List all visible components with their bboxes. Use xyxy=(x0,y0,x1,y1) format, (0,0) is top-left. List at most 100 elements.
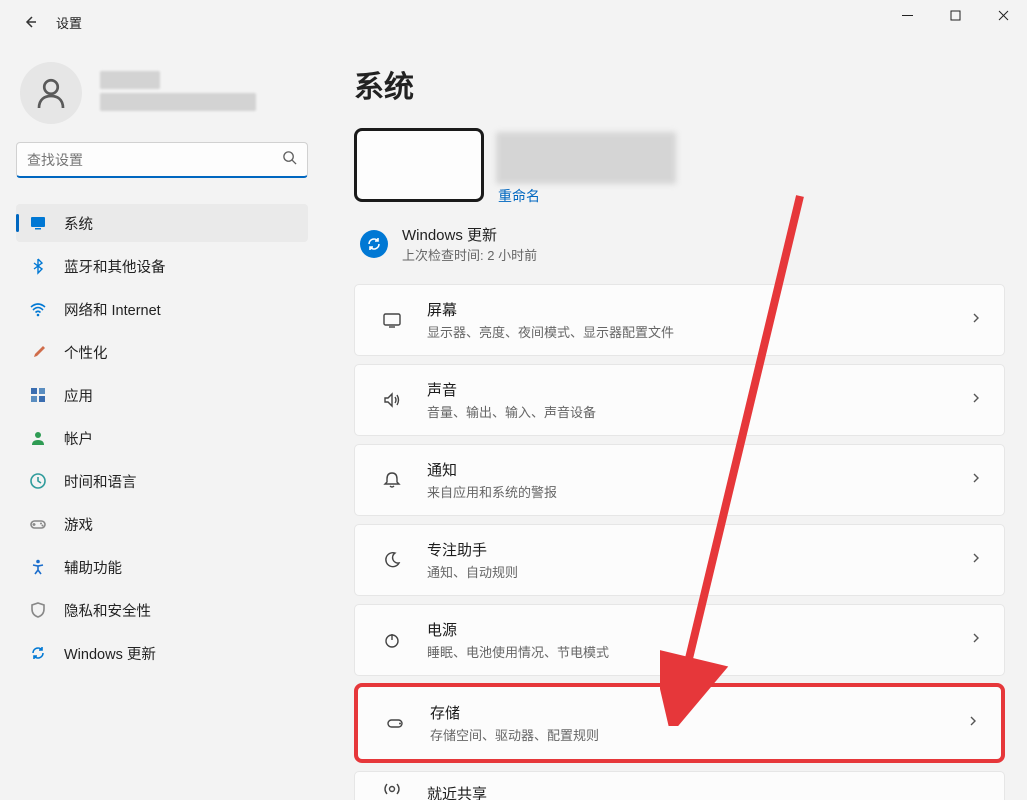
content: 系统 重命名 Windows 更新 上次检查时间: 2 小时前 屏幕显示器、亮度… xyxy=(324,44,1027,800)
nav-item-4[interactable]: 应用 xyxy=(16,376,308,414)
nav-item-10[interactable]: Windows 更新 xyxy=(16,634,308,672)
card-5[interactable]: 存储存储空间、驱动器、配置规则 xyxy=(358,687,1001,759)
update-icon xyxy=(360,230,388,258)
card-subtitle: 来自应用和系统的警报 xyxy=(427,482,557,501)
device-name-blurred xyxy=(496,132,676,184)
update-title: Windows 更新 xyxy=(402,224,537,245)
nav-item-0[interactable]: 系统 xyxy=(16,204,308,242)
card-3[interactable]: 专注助手通知、自动规则 xyxy=(354,524,1005,596)
card-title: 屏幕 xyxy=(427,299,674,320)
card-title: 声音 xyxy=(427,379,596,400)
account-details xyxy=(100,71,256,115)
sync-icon xyxy=(28,643,48,663)
moon-icon xyxy=(379,547,405,573)
nav-label: 帐户 xyxy=(64,428,93,449)
rename-link[interactable]: 重命名 xyxy=(498,188,540,204)
nav-label: 游戏 xyxy=(64,514,93,535)
monitor-icon xyxy=(28,213,48,233)
nav-item-9[interactable]: 隐私和安全性 xyxy=(16,591,308,629)
chevron-right-icon xyxy=(970,471,982,489)
card-6[interactable]: 就近共享 xyxy=(354,771,1005,800)
nav-label: 个性化 xyxy=(64,342,108,363)
storage-icon xyxy=(382,710,408,736)
chevron-right-icon xyxy=(970,391,982,409)
device-row: 重命名 xyxy=(354,128,1005,206)
search-icon xyxy=(282,150,297,170)
sound-icon xyxy=(379,387,405,413)
nav-item-3[interactable]: 个性化 xyxy=(16,333,308,371)
bluetooth-icon xyxy=(28,256,48,276)
nav-item-8[interactable]: 辅助功能 xyxy=(16,548,308,586)
card-0[interactable]: 屏幕显示器、亮度、夜间模式、显示器配置文件 xyxy=(354,284,1005,356)
nav-label: 应用 xyxy=(64,385,93,406)
nav-item-2[interactable]: 网络和 Internet xyxy=(16,290,308,328)
card-subtitle: 显示器、亮度、夜间模式、显示器配置文件 xyxy=(427,322,674,341)
titlebar: 设置 xyxy=(0,0,1027,44)
highlight-annotation: 存储存储空间、驱动器、配置规则 xyxy=(354,683,1005,763)
device-info: 重命名 xyxy=(496,132,676,206)
sidebar: 系统蓝牙和其他设备网络和 Internet 个性化应用帐户时间和语言游戏辅助功能隐… xyxy=(0,44,324,800)
nav-label: Windows 更新 xyxy=(64,643,156,664)
access-icon xyxy=(28,557,48,577)
card-title: 通知 xyxy=(427,459,557,480)
chevron-right-icon xyxy=(970,551,982,569)
close-button[interactable] xyxy=(979,0,1027,30)
brush-icon xyxy=(28,342,48,362)
nav-item-7[interactable]: 游戏 xyxy=(16,505,308,543)
card-subtitle: 存储空间、驱动器、配置规则 xyxy=(430,725,599,744)
maximize-icon xyxy=(950,10,961,21)
card-subtitle: 睡眠、电池使用情况、节电模式 xyxy=(427,642,609,661)
card-2[interactable]: 通知来自应用和系统的警报 xyxy=(354,444,1005,516)
nav-label: 辅助功能 xyxy=(64,557,122,578)
update-subtitle: 上次检查时间: 2 小时前 xyxy=(402,245,537,264)
minimize-button[interactable] xyxy=(883,0,931,30)
chevron-right-icon xyxy=(970,631,982,649)
account-name-blurred xyxy=(100,71,160,89)
page-title: 系统 xyxy=(354,62,1005,106)
card-4[interactable]: 电源睡眠、电池使用情况、节电模式 xyxy=(354,604,1005,676)
sync-icon xyxy=(366,236,382,252)
nav-label: 系统 xyxy=(64,213,93,234)
card-subtitle: 通知、自动规则 xyxy=(427,562,518,581)
window-title: 设置 xyxy=(56,13,82,32)
shield-icon xyxy=(28,600,48,620)
power-icon xyxy=(379,627,405,653)
gamepad-icon xyxy=(28,514,48,534)
nav-label: 蓝牙和其他设备 xyxy=(64,256,166,277)
back-button[interactable] xyxy=(18,10,42,34)
search-input[interactable] xyxy=(27,152,282,168)
clock-icon xyxy=(28,471,48,491)
nav-item-5[interactable]: 帐户 xyxy=(16,419,308,457)
nav-label: 时间和语言 xyxy=(64,471,137,492)
account-area[interactable] xyxy=(16,62,308,124)
avatar xyxy=(20,62,82,124)
person-icon xyxy=(28,428,48,448)
device-preview[interactable] xyxy=(354,128,484,202)
nav-label: 网络和 Internet xyxy=(64,299,161,320)
display-icon xyxy=(379,307,405,333)
account-email-blurred xyxy=(100,93,256,111)
card-title: 就近共享 xyxy=(427,783,487,800)
chevron-right-icon xyxy=(970,311,982,329)
nav-label: 隐私和安全性 xyxy=(64,600,151,621)
nav-item-1[interactable]: 蓝牙和其他设备 xyxy=(16,247,308,285)
card-1[interactable]: 声音音量、输出、输入、声音设备 xyxy=(354,364,1005,436)
card-title: 电源 xyxy=(427,619,609,640)
card-subtitle: 音量、输出、输入、声音设备 xyxy=(427,402,596,421)
maximize-button[interactable] xyxy=(931,0,979,30)
search-box[interactable] xyxy=(16,142,308,178)
nearby-icon xyxy=(379,776,405,800)
chevron-right-icon xyxy=(967,714,979,732)
windows-update-row[interactable]: Windows 更新 上次检查时间: 2 小时前 xyxy=(354,224,1005,264)
arrow-left-icon xyxy=(22,14,38,30)
person-icon xyxy=(33,75,69,111)
nav-item-6[interactable]: 时间和语言 xyxy=(16,462,308,500)
close-icon xyxy=(998,10,1009,21)
card-title: 存储 xyxy=(430,702,599,723)
bell-icon xyxy=(379,467,405,493)
card-title: 专注助手 xyxy=(427,539,518,560)
minimize-icon xyxy=(902,10,913,21)
cards-list: 屏幕显示器、亮度、夜间模式、显示器配置文件声音音量、输出、输入、声音设备通知来自… xyxy=(354,284,1005,800)
window-controls xyxy=(883,0,1027,30)
wifi-icon xyxy=(28,299,48,319)
